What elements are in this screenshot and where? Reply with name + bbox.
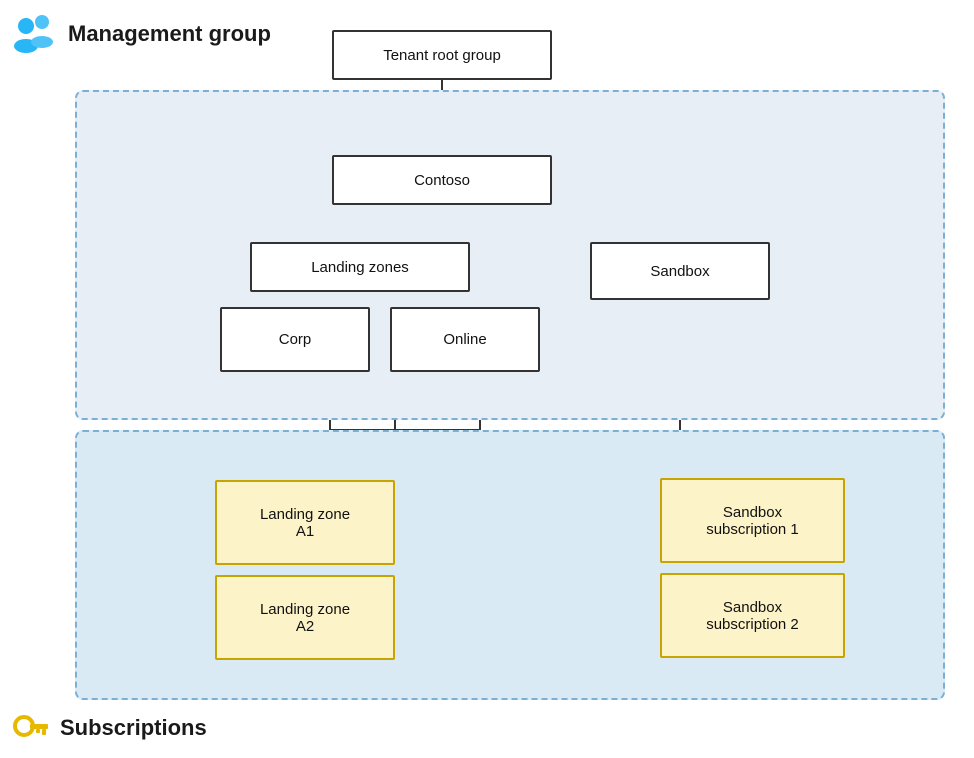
mgmt-group-text: Management group: [68, 21, 271, 47]
corp-node: Corp: [220, 307, 370, 372]
mgmt-group-label: Management group: [10, 10, 271, 58]
subscriptions-box: [75, 430, 945, 700]
sandbox-sub1-node: Sandbox subscription 1: [660, 478, 845, 563]
sandbox-sub2-node: Sandbox subscription 2: [660, 573, 845, 658]
key-icon: [10, 708, 50, 748]
tenant-root-node: Tenant root group: [332, 30, 552, 80]
subscriptions-text: Subscriptions: [60, 715, 207, 741]
people-icon: [10, 10, 58, 58]
landing-zones-node: Landing zones: [250, 242, 470, 292]
sandbox-node: Sandbox: [590, 242, 770, 300]
lz-a2-node: Landing zone A2: [215, 575, 395, 660]
contoso-node: Contoso: [332, 155, 552, 205]
online-node: Online: [390, 307, 540, 372]
diagram-container: Management group Tenant root group Conto…: [0, 0, 974, 758]
subscriptions-label: Subscriptions: [10, 708, 207, 748]
lz-a1-node: Landing zone A1: [215, 480, 395, 565]
